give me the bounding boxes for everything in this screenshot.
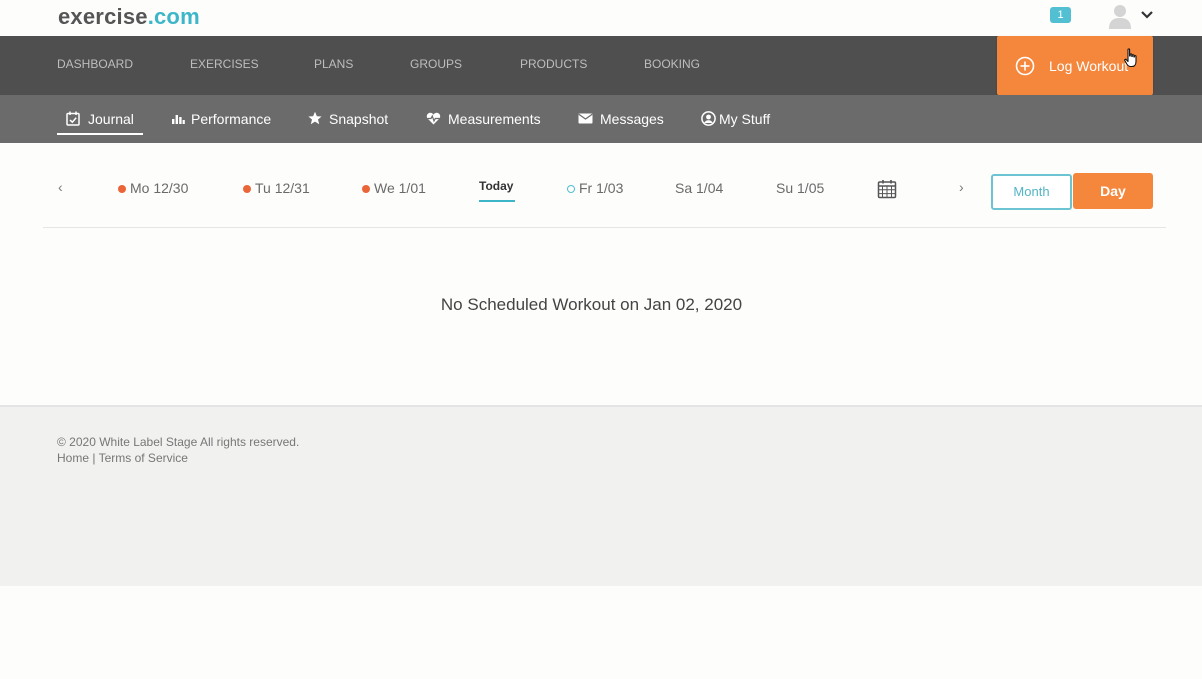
workout-dot-icon [243, 185, 251, 193]
day-item-tue[interactable]: Tu 12/31 [243, 180, 310, 196]
day-item-today[interactable]: Today [479, 179, 513, 193]
subnav-item-performance[interactable]: Performance [171, 110, 271, 128]
day-view-button[interactable]: Day [1073, 173, 1153, 209]
chevron-down-icon[interactable] [1140, 9, 1154, 21]
day-item-sat[interactable]: Sa 1/04 [675, 180, 723, 196]
subnav-label-performance: Performance [191, 111, 272, 127]
subnav-label-measurements: Measurements [448, 111, 541, 127]
subnav-label-messages: Messages [600, 111, 664, 127]
user-avatar-icon[interactable] [1108, 3, 1132, 29]
subnav-item-messages[interactable]: Messages [578, 110, 666, 128]
today-underline [479, 200, 515, 202]
day-item-wed[interactable]: We 1/01 [362, 180, 426, 196]
day-strip: ‹ Mo 12/30 Tu 12/31 We 1/01 Today Fr 1/0… [0, 143, 1202, 228]
day-label: Tu 12/31 [255, 180, 310, 196]
copyright-text: © 2020 White Label Stage All rights rese… [57, 435, 300, 449]
nav-item-exercises[interactable]: EXERCISES [190, 57, 259, 71]
nav-item-dashboard[interactable]: DASHBOARD [57, 57, 133, 71]
footer-separator: | [89, 451, 99, 465]
log-workout-label: Log Workout [1049, 58, 1129, 74]
subnav-label-my-stuff: My Stuff [719, 111, 771, 127]
next-day-arrow[interactable]: › [959, 180, 964, 194]
calendar-check-icon [66, 111, 80, 126]
footer-links: Home | Terms of Service [57, 451, 188, 465]
subnav-label-snapshot: Snapshot [329, 111, 389, 127]
sub-nav: Journal Performance Snapshot Measurement… [0, 95, 1202, 143]
nav-item-products[interactable]: PRODUCTS [520, 57, 587, 71]
calendar-icon[interactable] [877, 179, 897, 199]
prev-day-arrow[interactable]: ‹ [58, 180, 63, 194]
nav-item-groups[interactable]: GROUPS [410, 57, 462, 71]
star-icon [308, 111, 322, 125]
active-tab-underline [57, 133, 143, 135]
empty-state-message: No Scheduled Workout on Jan 02, 2020 [440, 295, 743, 314]
divider [43, 227, 1166, 228]
day-label: Fr 1/03 [579, 180, 624, 196]
day-item-fri[interactable]: Fr 1/03 [567, 180, 623, 196]
subnav-label-journal: Journal [88, 111, 134, 127]
day-label: We 1/01 [374, 180, 426, 196]
day-label: Mo 12/30 [130, 180, 189, 196]
subnav-item-my-stuff[interactable]: My Stuff [701, 110, 773, 128]
hand-pointer-cursor-icon [1124, 48, 1137, 68]
footer-link-home[interactable]: Home [57, 451, 89, 465]
site-logo[interactable]: exercise.com [58, 4, 200, 30]
day-item-mon[interactable]: Mo 12/30 [118, 180, 188, 196]
footer-link-terms[interactable]: Terms of Service [99, 451, 188, 465]
top-bar: exercise.com 1 [0, 0, 1202, 36]
user-circle-icon [701, 111, 716, 126]
month-view-button[interactable]: Month [991, 174, 1072, 210]
plus-circle-icon [1015, 56, 1035, 76]
bar-chart-icon [172, 115, 185, 124]
logo-text-exercise: exercise [58, 4, 148, 29]
heartbeat-icon [426, 112, 441, 125]
day-item-sun[interactable]: Su 1/05 [776, 180, 824, 196]
workout-dot-icon [118, 185, 126, 193]
envelope-icon [578, 113, 593, 124]
subnav-item-snapshot[interactable]: Snapshot [308, 110, 390, 128]
workout-dot-icon [362, 185, 370, 193]
subnav-item-journal[interactable]: Journal [66, 110, 136, 128]
nav-item-plans[interactable]: PLANS [314, 57, 353, 71]
notification-badge[interactable]: 1 [1050, 7, 1071, 23]
scheduled-dot-icon [567, 185, 575, 193]
logo-text-dotcom: .com [147, 4, 200, 29]
subnav-item-measurements[interactable]: Measurements [426, 110, 542, 128]
footer: © 2020 White Label Stage All rights rese… [0, 405, 1202, 586]
nav-item-booking[interactable]: BOOKING [644, 57, 700, 71]
